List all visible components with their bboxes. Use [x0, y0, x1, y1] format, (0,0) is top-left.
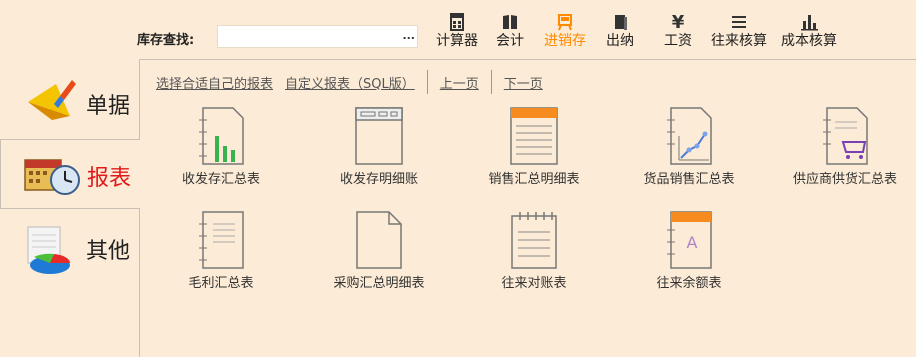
report-label: 货品销售汇总表 [643, 172, 735, 187]
pie-chart-icon [27, 226, 71, 274]
orange-lined-report-icon [510, 107, 558, 165]
letter-a-report-icon: A [667, 211, 712, 269]
report-label: 收发存汇总表 [181, 172, 260, 187]
report-panel [139, 59, 916, 357]
calendar-clock-icon [24, 159, 80, 195]
toolbar-label: 往来核算 [711, 33, 767, 49]
report-label: 往来对账表 [501, 276, 567, 291]
spiral-report-icon [511, 212, 557, 269]
toolbar-label: 会计 [496, 33, 524, 49]
report-label: 毛利汇总表 [188, 276, 254, 291]
divider [426, 70, 428, 94]
tab-label: 其他 [86, 239, 131, 264]
svg-text:¥: ¥ [672, 12, 685, 32]
tab-reports[interactable]: 报表 [0, 139, 140, 209]
tab-documents[interactable]: 单据 [0, 68, 140, 138]
report-label: 收发存明细账 [339, 172, 418, 187]
report-item[interactable]: 采购汇总明细表 [314, 210, 444, 291]
cart-report-icon [823, 107, 868, 165]
blank-report-icon [356, 211, 402, 269]
report-item[interactable]: 收发存明细账 [314, 106, 444, 187]
choose-report-link[interactable]: 选择合适自己的报表 [156, 73, 273, 92]
toolbar-label: 工资 [664, 33, 692, 49]
notebook-report-icon [199, 211, 244, 269]
tab-label: 报表 [87, 166, 132, 191]
window-report-icon [355, 107, 403, 165]
toolbar-calculator[interactable]: 计算器 [436, 12, 478, 50]
line-chart-report-icon [667, 107, 712, 165]
calculator-icon [450, 13, 464, 31]
toolbar-cost[interactable]: 成本核算 [781, 12, 837, 50]
toolbar-accounts[interactable]: 往来核算 [711, 12, 767, 50]
divider [490, 70, 492, 94]
report-link-bar: 选择合适自己的报表 自定义报表（SQL版） 上一页 下一页 [156, 70, 543, 94]
cart-icon [558, 14, 572, 31]
custom-report-link[interactable]: 自定义报表（SQL版） [285, 73, 415, 92]
report-label: 销售汇总明细表 [488, 172, 580, 187]
tab-others[interactable]: 其他 [0, 213, 140, 283]
toolbar-label: 计算器 [436, 33, 478, 49]
report-item[interactable]: A 往来余额表 [624, 210, 754, 291]
book-icon [503, 15, 517, 29]
list-icon [732, 16, 746, 28]
bar-chart-icon [801, 15, 818, 31]
report-item[interactable]: 货品销售汇总表 [624, 106, 754, 187]
toolbar-label: 成本核算 [781, 33, 837, 49]
report-label: 采购汇总明细表 [333, 276, 425, 291]
svg-text:A: A [687, 233, 698, 252]
next-page-link[interactable]: 下一页 [504, 73, 543, 92]
report-item[interactable]: 毛利汇总表 [156, 210, 286, 291]
green-bar-report-icon [199, 107, 244, 165]
toolbar-label: 出纳 [606, 33, 634, 49]
pen-icon [28, 80, 76, 120]
toolbar-label: 进销存 [544, 33, 586, 49]
search-label: 库存查找: [137, 33, 195, 48]
report-label: 供应商供货汇总表 [792, 172, 897, 187]
prev-page-link[interactable]: 上一页 [440, 73, 479, 92]
report-item[interactable]: 供应商供货汇总表 [780, 106, 910, 187]
report-label: 往来余额表 [656, 276, 722, 291]
report-item[interactable]: 往来对账表 [469, 210, 599, 291]
search-input[interactable]: ... [217, 25, 418, 48]
yen-icon: ¥ [672, 12, 685, 32]
toolbar-cashier[interactable]: 出纳 [606, 12, 634, 50]
report-item[interactable]: 销售汇总明细表 [469, 106, 599, 187]
toolbar-salary[interactable]: ¥ 工资 [664, 12, 692, 50]
report-item[interactable]: 收发存汇总表 [156, 106, 286, 187]
search-button[interactable]: ... [402, 29, 415, 43]
toolbar-inventory[interactable]: 进销存 [544, 12, 586, 50]
document-icon [615, 15, 627, 30]
tab-label: 单据 [86, 94, 131, 119]
toolbar-accounting[interactable]: 会计 [496, 12, 524, 50]
